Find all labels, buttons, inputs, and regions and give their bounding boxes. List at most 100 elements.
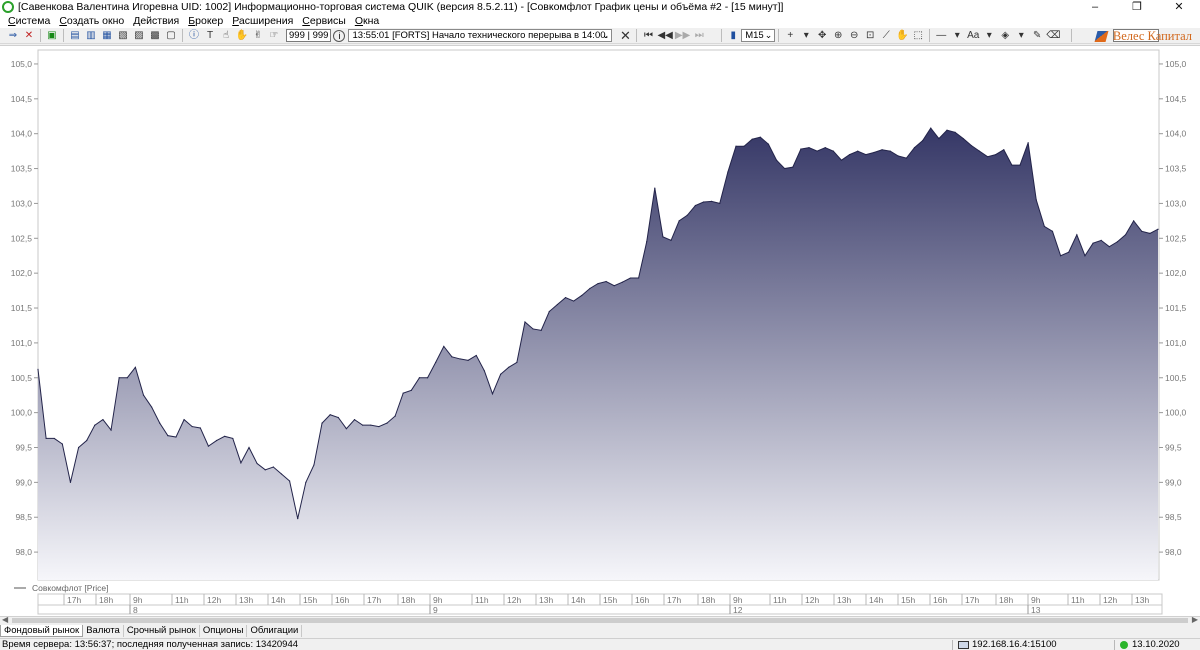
price-point <box>589 287 591 290</box>
x-time-label: 13h <box>539 595 553 605</box>
price-point <box>426 377 429 379</box>
chart-type-icon[interactable]: ▮ <box>726 29 740 43</box>
hand-tool-icon[interactable]: ✌ <box>251 29 265 43</box>
price-point <box>61 443 63 445</box>
price-chart[interactable]: 105,0 104,5 104,0 103,5 103,0 102,5 102,0 101,5… <box>0 46 1200 617</box>
dropdown-arrow-icon[interactable]: ▾ <box>950 29 964 43</box>
text-tool-icon[interactable]: T <box>203 29 217 43</box>
tab-options[interactable]: Опционы <box>200 625 248 637</box>
last-page-icon: ⏭ <box>694 29 704 41</box>
y-tick-label: 98,0 <box>15 547 32 557</box>
message-text: 13:55:01 [FORTS] Начало технического пер… <box>352 30 609 41</box>
portfolio-icon[interactable]: ▨ <box>132 29 146 43</box>
toolbar-separator <box>929 29 931 42</box>
select-icon[interactable]: ⬚ <box>911 29 925 43</box>
move-icon[interactable]: ✥ <box>815 29 829 43</box>
close-button[interactable]: ✕ <box>1158 0 1200 14</box>
price-point <box>280 473 283 475</box>
limits-icon[interactable]: ▩ <box>148 29 162 43</box>
y-tick-label: 102,5 <box>11 233 33 243</box>
interval-select[interactable]: M15 ⌄ <box>741 29 776 42</box>
font-tool-icon[interactable]: Aa <box>966 29 980 43</box>
menu-bar: Система Создать окно Действия Брокер Рас… <box>0 14 1200 28</box>
price-point <box>305 481 307 483</box>
price-point <box>613 285 615 287</box>
menu-windows[interactable]: Окна <box>355 15 379 27</box>
orders-table-icon[interactable]: ▦ <box>100 29 114 43</box>
price-point <box>670 239 672 241</box>
clear-message-icon[interactable]: ✕ <box>618 28 632 43</box>
menu-extensions[interactable]: Расширения <box>232 15 293 27</box>
price-point <box>418 377 421 379</box>
hand-tool-icon[interactable]: ☞ <box>267 29 281 43</box>
dropdown-arrow-icon[interactable]: ▾ <box>982 29 996 43</box>
menu-accel: С <box>59 15 67 27</box>
disconnect-icon[interactable]: ✕ <box>22 29 36 43</box>
tab-futures-market[interactable]: Срочный рынок <box>124 625 200 637</box>
scroll-thumb[interactable] <box>12 618 1188 623</box>
crosshair-icon[interactable]: + <box>783 29 797 43</box>
scroll-right-icon[interactable]: ▶ <box>1192 615 1198 624</box>
menu-accel: Р <box>232 15 239 27</box>
maximize-button[interactable]: ❐ <box>1116 0 1158 14</box>
price-point <box>986 156 989 158</box>
x-time-label: 15h <box>901 595 915 605</box>
connect-icon[interactable]: ⇒ <box>6 29 20 43</box>
chevron-down-icon: ⌄ <box>601 30 610 40</box>
menu-actions[interactable]: Действия <box>133 15 179 27</box>
price-point <box>840 159 843 161</box>
tab-bonds[interactable]: Облигации <box>247 625 303 637</box>
hand-tool-icon[interactable]: ✋ <box>235 29 249 43</box>
price-point <box>118 377 120 379</box>
toolbar-separator <box>182 29 183 42</box>
info-tool-icon[interactable]: ⓘ <box>187 29 201 43</box>
tab-currency[interactable]: Валюта <box>83 625 124 637</box>
scroll-left-icon[interactable]: ◀ <box>2 615 8 624</box>
price-point <box>711 200 713 202</box>
document-icon[interactable]: ▢ <box>164 29 178 43</box>
zoom-in-icon[interactable]: ⊕ <box>831 29 845 43</box>
price-point <box>1149 232 1151 235</box>
price-point <box>889 150 891 152</box>
dropdown-arrow-icon[interactable]: ▾ <box>799 29 813 43</box>
new-order-icon[interactable]: ▣ <box>45 29 59 43</box>
fill-tool-icon[interactable]: ◈ <box>998 29 1012 43</box>
toolbar-separator <box>1071 29 1073 42</box>
menu-system[interactable]: Система <box>8 15 50 27</box>
horizontal-scrollbar[interactable]: ◀ ▶ <box>0 615 1200 624</box>
tab-stock-market[interactable]: Фондовый рынок <box>0 625 84 637</box>
info-icon[interactable]: i <box>333 29 346 42</box>
price-point <box>288 480 291 482</box>
y-tick-label: 98,5 <box>1165 512 1182 522</box>
table-icon[interactable]: ▤ <box>68 29 82 43</box>
ruler-icon[interactable]: ⟋ <box>879 29 893 43</box>
price-point <box>702 201 705 203</box>
price-chart-window[interactable]: 105,0 104,5 104,0 103,5 103,0 102,5 102,0 101,5… <box>0 45 1200 616</box>
pan-hand-icon[interactable]: ✋ <box>895 29 909 43</box>
prev-page-icon[interactable]: ◀◀ <box>657 29 672 43</box>
price-point <box>337 416 339 419</box>
menu-create-window[interactable]: Создать окно <box>59 15 124 27</box>
price-point <box>694 204 696 207</box>
quotes-table-icon[interactable]: ▥ <box>84 29 98 43</box>
price-point <box>605 280 607 283</box>
price-point <box>1157 228 1159 230</box>
eraser-tool-icon[interactable]: ⌫ <box>1046 29 1060 43</box>
minimize-button[interactable]: – <box>1074 0 1116 14</box>
first-page-icon[interactable]: ⏮ <box>641 29 655 43</box>
line-tool-icon[interactable]: — <box>934 29 948 43</box>
zoom-out-icon[interactable]: ⊖ <box>847 29 861 43</box>
price-point <box>808 147 810 149</box>
trades-table-icon[interactable]: ▧ <box>116 29 130 43</box>
shapes-tool-icon[interactable]: ✎ <box>1030 29 1044 43</box>
computer-icon <box>958 641 969 649</box>
hand-tool-icon[interactable]: ☝ <box>219 29 233 43</box>
message-dropdown[interactable]: 13:55:01 [FORTS] Начало технического пер… <box>348 29 613 42</box>
menu-broker[interactable]: Брокер <box>188 15 223 27</box>
fit-icon[interactable]: ⊡ <box>863 29 877 43</box>
x-time-label: 18h <box>401 595 415 605</box>
dropdown-arrow-icon[interactable]: ▾ <box>1014 29 1028 43</box>
y-tick-label: 98,5 <box>15 512 32 522</box>
y-tick-label: 100,5 <box>1165 373 1187 383</box>
menu-services[interactable]: Сервисы <box>302 15 346 27</box>
